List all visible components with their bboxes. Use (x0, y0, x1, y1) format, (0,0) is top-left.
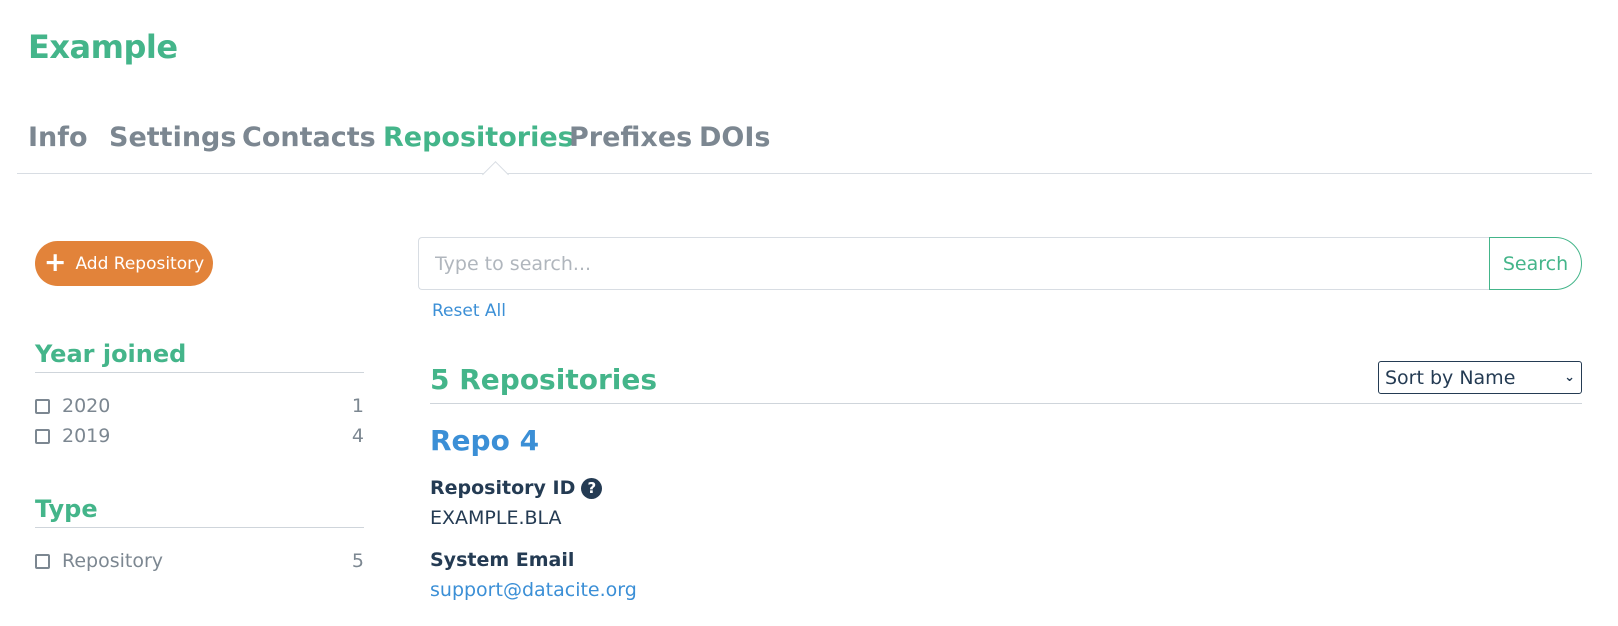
add-repository-button[interactable]: + Add Repository (35, 241, 213, 286)
repository-title-link[interactable]: Repo 4 (430, 424, 539, 457)
system-email-label-text: System Email (430, 549, 575, 571)
page: Example Info Settings Contacts Repositor… (0, 0, 1618, 626)
tab-bar: Info Settings Contacts Repositories Pref… (17, 118, 1592, 188)
active-tab-indicator (482, 161, 509, 188)
facet-label: Repository (62, 550, 164, 572)
tab-prefixes[interactable]: Prefixes (569, 122, 692, 153)
repository-id-value: EXAMPLE.BLA (430, 507, 562, 529)
tab-contacts[interactable]: Contacts (242, 122, 376, 153)
repository-id-label-text: Repository ID (430, 477, 576, 499)
facet-count: 5 (351, 550, 364, 572)
tab-settings[interactable]: Settings (109, 122, 236, 153)
checkbox[interactable] (35, 398, 50, 414)
tab-repositories[interactable]: Repositories (383, 122, 574, 153)
facet-count: 4 (351, 425, 364, 447)
add-repository-label: Add Repository (75, 253, 205, 274)
page-title: Example (28, 28, 178, 66)
results-count: 5 Repositories (430, 363, 658, 396)
facet-title-type: Type (35, 495, 364, 528)
facet-count: 1 (351, 395, 364, 417)
facet-item-repository[interactable]: Repository 5 (35, 547, 364, 575)
tab-info[interactable]: Info (28, 122, 88, 153)
sort-selected-value: Sort by Name (1385, 366, 1516, 389)
reset-all-link[interactable]: Reset All (432, 301, 506, 321)
facet-label: 2019 (62, 425, 111, 447)
facet-title-year-joined: Year joined (35, 340, 364, 373)
system-email-link[interactable]: support@datacite.org (430, 579, 637, 601)
tab-dois[interactable]: DOIs (699, 122, 770, 153)
chevron-down-icon: ⌄ (1564, 370, 1575, 385)
checkbox[interactable] (35, 553, 50, 569)
results-header: 5 Repositories Sort by Name ⌄ (430, 358, 1582, 404)
system-email-label: System Email (430, 549, 574, 571)
checkbox[interactable] (35, 428, 50, 444)
facet-item-2020[interactable]: 2020 1 (35, 392, 364, 420)
search-input[interactable] (418, 237, 1490, 290)
facet-item-2019[interactable]: 2019 4 (35, 422, 364, 450)
repository-id-label: Repository ID ? (430, 477, 603, 499)
search-button[interactable]: Search (1489, 237, 1582, 290)
facet-label: 2020 (62, 395, 111, 417)
sort-select[interactable]: Sort by Name ⌄ (1378, 361, 1582, 394)
plus-icon: + (43, 246, 67, 278)
question-circle-icon[interactable]: ? (581, 477, 603, 499)
